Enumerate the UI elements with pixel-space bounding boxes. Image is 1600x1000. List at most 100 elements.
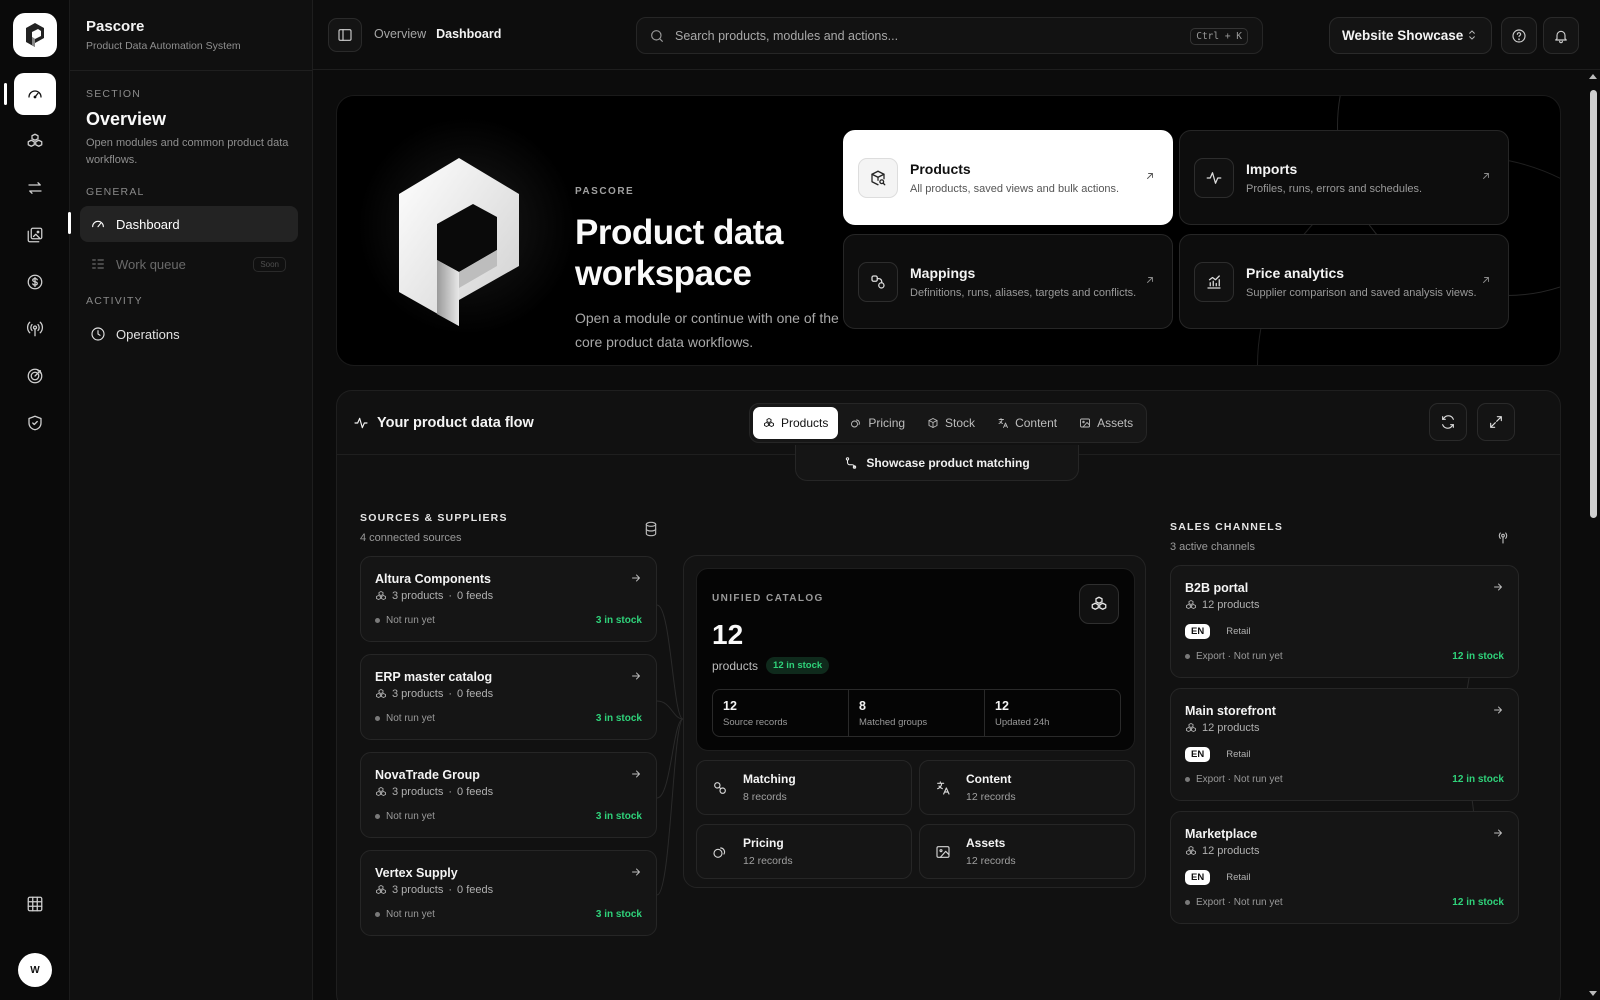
arrow-right-icon xyxy=(632,770,640,778)
scrollbar[interactable] xyxy=(1588,72,1598,1000)
catalog-count: 12 xyxy=(712,619,744,650)
translate-icon xyxy=(998,418,1009,428)
coins-icon xyxy=(851,419,861,428)
antenna-icon[interactable] xyxy=(14,308,56,350)
tab-stock[interactable]: Stock xyxy=(917,407,985,439)
channel-card[interactable]: Main storefront 12 products EN Retail Exp… xyxy=(1170,688,1519,801)
module-records: 12 records xyxy=(743,855,793,867)
source-card[interactable]: ERP master catalog 3 products · 0 feeds No… xyxy=(360,654,657,740)
dollar-icon[interactable] xyxy=(14,261,56,303)
channel-type: Retail xyxy=(1226,749,1251,760)
channel-meta: 12 products xyxy=(1185,599,1259,611)
gauge-icon xyxy=(92,220,104,228)
target-icon[interactable] xyxy=(14,355,56,397)
source-name: NovaTrade Group xyxy=(375,768,480,782)
tab-pricing[interactable]: Pricing xyxy=(840,407,915,439)
stat-matched-groups: 8 Matched groups xyxy=(849,690,985,736)
scroll-up-arrow[interactable] xyxy=(1589,74,1597,79)
source-status: Not run yet xyxy=(375,909,435,920)
products-icon[interactable] xyxy=(14,120,56,162)
source-meta: 3 products · 0 feeds xyxy=(375,688,493,700)
source-meta: 3 products · 0 feeds xyxy=(375,884,493,896)
pascore-mark-logo xyxy=(399,158,519,326)
matching-icon xyxy=(707,775,733,801)
chart-icon xyxy=(1194,261,1234,302)
channel-tags: EN Retail xyxy=(1185,624,1257,639)
sidebar-item-work-queue[interactable]: Work queue Soon xyxy=(80,246,298,282)
app-tagline: Product Data Automation System xyxy=(86,40,241,52)
scroll-down-arrow[interactable] xyxy=(1589,991,1597,996)
mapping-icon xyxy=(858,261,898,302)
stat-label: Source records xyxy=(723,717,788,728)
workspace-switcher[interactable]: Website Showcase xyxy=(1329,17,1492,54)
source-status: Not run yet xyxy=(375,615,435,626)
catalog-module-pricing[interactable]: Pricing 12 records xyxy=(696,824,912,879)
sidebar: Pascore Product Data Automation System S… xyxy=(68,0,313,1000)
channel-card[interactable]: B2B portal 12 products EN Retail Export ·… xyxy=(1170,565,1519,678)
source-status: Not run yet xyxy=(375,811,435,822)
catalog-module-matching[interactable]: Matching 8 records xyxy=(696,760,912,815)
feed-count: 0 feeds xyxy=(457,688,494,700)
stat-value: 12 xyxy=(995,699,1009,713)
tab-label: Products xyxy=(781,416,829,430)
tab-assets[interactable]: Assets xyxy=(1069,407,1143,439)
search-input[interactable] xyxy=(675,28,1175,43)
images-icon[interactable] xyxy=(14,214,56,256)
sidebar-item-operations[interactable]: Operations xyxy=(80,316,298,352)
product-count: 3 products xyxy=(392,590,444,602)
module-card-price-analytics[interactable]: Price analytics Supplier comparison and s… xyxy=(1179,234,1509,329)
channel-name: Main storefront xyxy=(1185,704,1276,718)
breadcrumb-overview[interactable]: Overview xyxy=(374,27,426,41)
source-card[interactable]: NovaTrade Group 3 products · 0 feeds Not r… xyxy=(360,752,657,838)
module-name: Mappings xyxy=(910,264,976,281)
language-badge: EN xyxy=(1185,624,1211,639)
notifications-button[interactable] xyxy=(1543,17,1579,54)
user-avatar[interactable]: W xyxy=(18,953,52,987)
source-card[interactable]: Vertex Supply 3 products · 0 feeds Not run… xyxy=(360,850,657,936)
shield-icon[interactable] xyxy=(14,402,56,444)
status-text: Not run yet xyxy=(386,615,435,626)
tab-products[interactable]: Products xyxy=(753,407,839,439)
product-count: 3 products xyxy=(392,884,444,896)
channel-card[interactable]: Marketplace 12 products EN Retail Export … xyxy=(1170,811,1519,924)
grid-icon[interactable] xyxy=(14,883,56,925)
module-records: 12 records xyxy=(966,791,1016,803)
status-text: Not run yet xyxy=(386,811,435,822)
showcase-matching-button[interactable]: Showcase product matching xyxy=(795,445,1079,481)
section-caption: SECTION xyxy=(86,88,142,100)
product-count: 12 products xyxy=(1202,722,1260,734)
pascore-logo[interactable] xyxy=(13,13,57,57)
stock-count: 12 in stock xyxy=(1452,774,1504,785)
workspace-name: Website Showcase xyxy=(1342,28,1464,43)
tab-content[interactable]: Content xyxy=(987,407,1067,439)
refresh-button[interactable] xyxy=(1429,403,1467,441)
arrow-up-right-icon xyxy=(1147,277,1153,283)
route-icon xyxy=(846,456,857,469)
transfer-icon[interactable] xyxy=(14,167,56,209)
stock-badge: 12 in stock xyxy=(766,657,830,674)
topbar: Overview Dashboard Ctrl + K Website Show… xyxy=(313,0,1600,70)
catalog-module-assets[interactable]: Assets 12 records xyxy=(919,824,1135,879)
gauge-icon[interactable] xyxy=(14,73,56,115)
channel-name: Marketplace xyxy=(1185,827,1258,841)
toggle-sidebar-button[interactable] xyxy=(328,18,362,52)
coins-icon xyxy=(707,839,733,865)
module-card-imports[interactable]: Imports Profiles, runs, errors and schedu… xyxy=(1179,130,1509,225)
products-icon xyxy=(764,418,774,427)
module-desc: Definitions, runs, aliases, targets and … xyxy=(910,286,1137,299)
pulse-icon xyxy=(1194,157,1234,198)
help-button[interactable] xyxy=(1501,17,1537,54)
module-name: Price analytics xyxy=(1246,264,1345,281)
channel-meta: 12 products xyxy=(1185,722,1259,734)
catalog-module-content[interactable]: Content 12 records xyxy=(919,760,1135,815)
arrow-right-icon xyxy=(1494,583,1502,591)
source-card[interactable]: Altura Components 3 products · 0 feeds Not… xyxy=(360,556,657,642)
sidebar-item-dashboard[interactable]: Dashboard xyxy=(80,206,298,242)
search-bar[interactable]: Ctrl + K xyxy=(636,17,1263,54)
expand-button[interactable] xyxy=(1477,403,1515,441)
unified-catalog-card[interactable]: UNIFIED CATALOG 12 products 12 in stock 1… xyxy=(696,568,1135,751)
module-card-mappings[interactable]: Mappings Definitions, runs, aliases, targ… xyxy=(843,234,1173,329)
module-records: 8 records xyxy=(743,791,787,803)
module-card-products[interactable]: Products All products, saved views and bu… xyxy=(843,130,1173,225)
scrollbar-thumb[interactable] xyxy=(1590,90,1597,518)
